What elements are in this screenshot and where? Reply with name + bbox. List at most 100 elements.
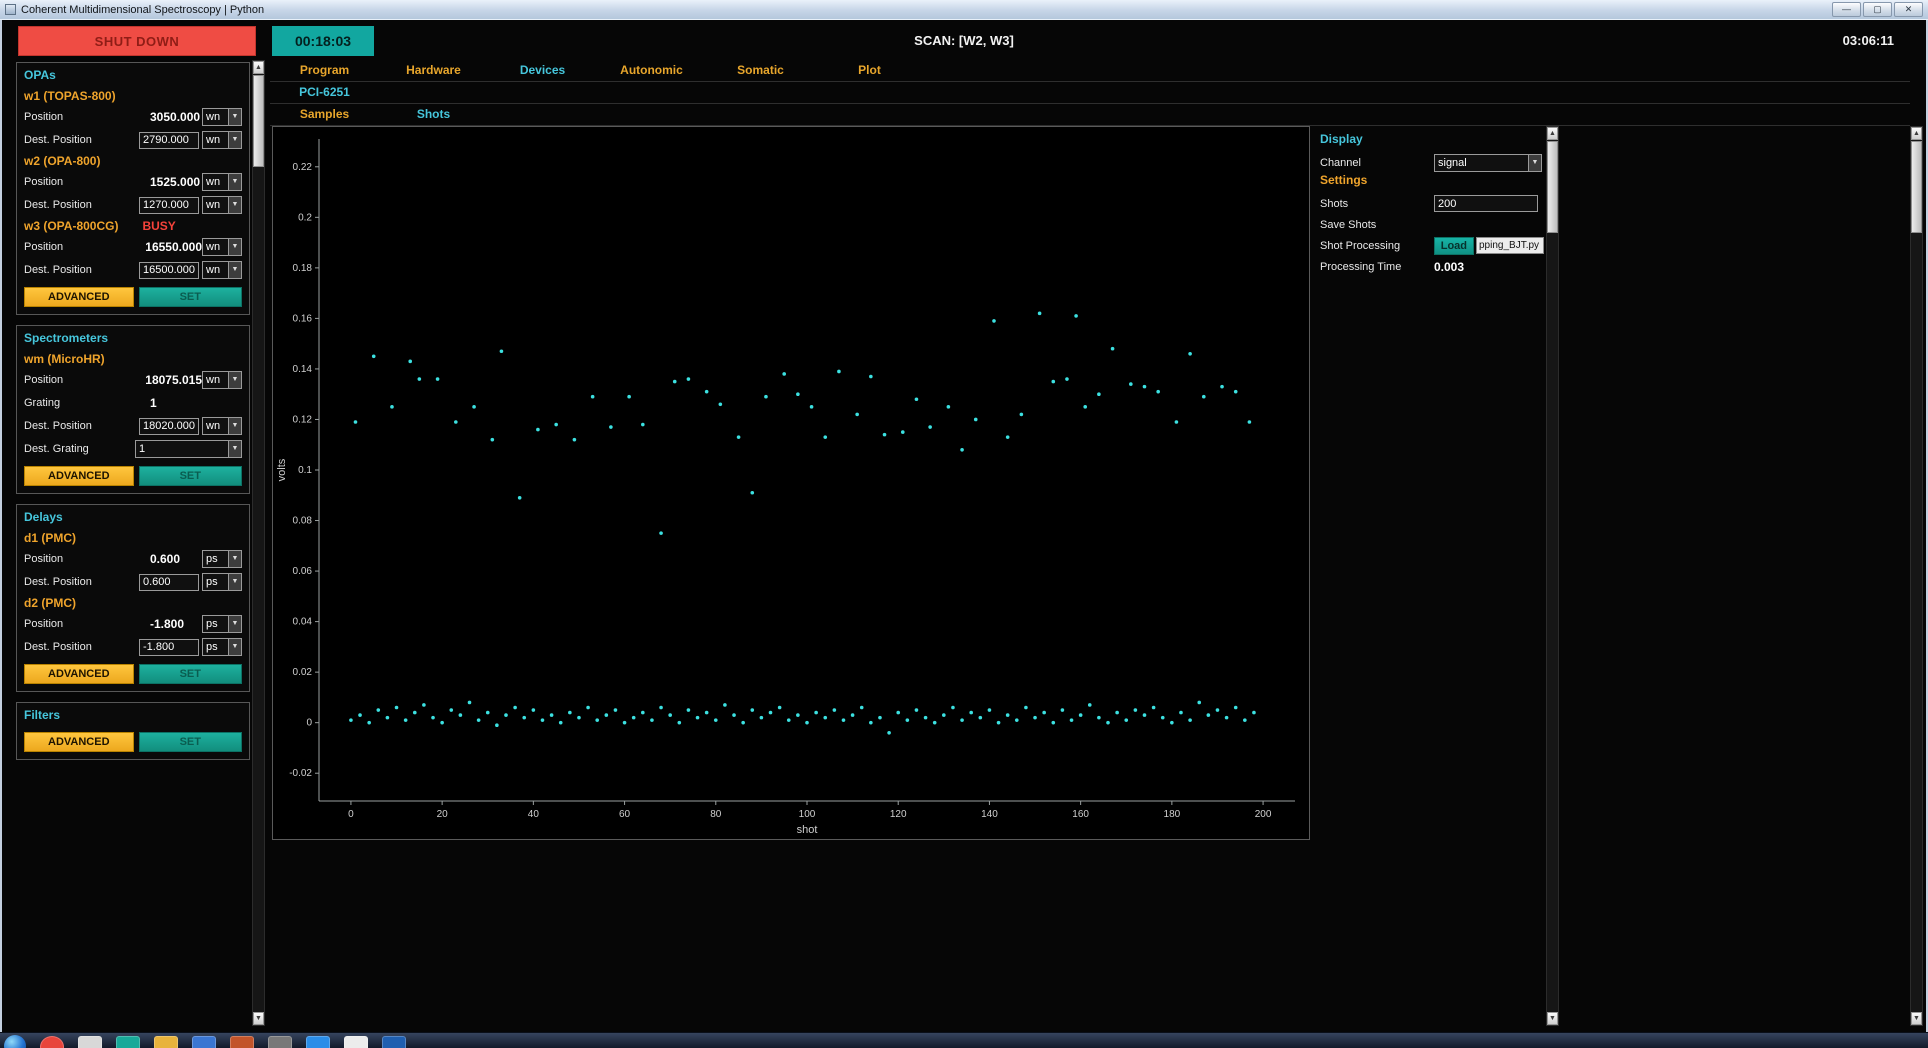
shots-input[interactable]	[1434, 195, 1538, 212]
settings-header: Settings	[1320, 173, 1368, 187]
d2-position-units-dropdown[interactable]: ps ▼	[202, 615, 242, 633]
w1-dest-units-dropdown[interactable]: wn ▼	[202, 131, 242, 149]
chevron-down-icon: ▼	[228, 574, 241, 590]
d2-dest-units-dropdown[interactable]: ps ▼	[202, 638, 242, 656]
taskbar	[0, 1032, 1928, 1048]
svg-text:0: 0	[348, 809, 354, 820]
wm-dest-grating-dropdown[interactable]: 1 ▼	[135, 440, 242, 458]
taskbar-icon[interactable]	[78, 1036, 102, 1048]
d1-name: d1 (PMC)	[24, 531, 76, 545]
display-settings-panel: Display Channel signal ▼ Settings Shots …	[1320, 132, 1544, 277]
wm-dest-units-dropdown[interactable]: wn ▼	[202, 417, 242, 435]
tab-program[interactable]: Program	[270, 60, 379, 81]
delays-section: Delays d1 (PMC) Position 0.600 ps ▼ Dest…	[16, 504, 250, 692]
spectrometers-header: Spectrometers	[24, 331, 109, 345]
filters-advanced-button[interactable]: ADVANCED	[24, 732, 134, 752]
processing-time-label: Processing Time	[1320, 260, 1402, 273]
w1-dest-input[interactable]	[139, 131, 199, 149]
wm-grating-value: 1	[150, 396, 157, 410]
scroll-up-icon[interactable]: ▲	[253, 61, 264, 74]
dest-position-label: Dest. Position	[24, 199, 92, 211]
scrollbar-thumb[interactable]	[253, 75, 264, 167]
maximize-icon[interactable]: ▢	[1863, 2, 1892, 17]
load-button[interactable]: Load	[1433, 236, 1474, 255]
opas-set-button[interactable]: SET	[138, 287, 242, 307]
d1-dest-units-dropdown[interactable]: ps ▼	[202, 573, 242, 591]
scroll-up-icon[interactable]: ▲	[1547, 127, 1558, 140]
sidebar-scrollbar[interactable]: ▲ ▼	[252, 60, 265, 1026]
wm-position-units-dropdown[interactable]: wn ▼	[202, 371, 242, 389]
tab-plot[interactable]: Plot	[815, 60, 924, 81]
taskbar-icon[interactable]	[382, 1036, 406, 1048]
chevron-down-icon: ▼	[1528, 154, 1541, 171]
scroll-down-icon[interactable]: ▼	[253, 1012, 264, 1025]
w3-dest-units-dropdown[interactable]: wn ▼	[202, 261, 242, 279]
chevron-down-icon: ▼	[228, 441, 241, 457]
w2-dest-input[interactable]	[139, 196, 199, 214]
start-button[interactable]	[4, 1035, 26, 1048]
svg-text:0: 0	[306, 718, 312, 729]
taskbar-icon[interactable]	[116, 1036, 140, 1048]
svg-text:0.12: 0.12	[293, 414, 313, 425]
w3-dest-input[interactable]	[139, 261, 199, 279]
opas-advanced-button[interactable]: ADVANCED	[24, 287, 134, 307]
save-shots-label: Save Shots	[1320, 218, 1377, 231]
w3-name: w3 (OPA-800CG) BUSY	[24, 219, 176, 233]
chevron-down-icon: ▼	[228, 239, 241, 255]
spectrometers-set-button[interactable]: SET	[138, 466, 242, 486]
close-icon[interactable]: ✕	[1894, 2, 1923, 17]
chevron-down-icon: ▼	[228, 174, 241, 190]
taskbar-icon[interactable]	[268, 1036, 292, 1048]
taskbar-icon[interactable]	[192, 1036, 216, 1048]
delays-advanced-button[interactable]: ADVANCED	[24, 664, 134, 684]
tab-shots[interactable]: Shots	[379, 104, 488, 125]
svg-text:0.06: 0.06	[293, 566, 313, 577]
tab-autonomic[interactable]: Autonomic	[597, 60, 706, 81]
delays-set-button[interactable]: SET	[138, 664, 242, 684]
tab-devices[interactable]: Devices	[488, 60, 597, 81]
taskbar-icon[interactable]	[344, 1036, 368, 1048]
main-scrollbar[interactable]: ▲ ▼	[1910, 126, 1923, 1026]
w1-name: w1 (TOPAS-800)	[24, 89, 116, 103]
channel-dropdown[interactable]: signal ▼	[1434, 153, 1542, 172]
w1-position-units-dropdown[interactable]: wn ▼	[202, 108, 242, 126]
svg-text:80: 80	[710, 809, 722, 820]
w2-position-units-dropdown[interactable]: wn ▼	[202, 173, 242, 191]
chevron-down-icon: ▼	[228, 132, 241, 148]
d1-position-units-dropdown[interactable]: ps ▼	[202, 550, 242, 568]
d2-dest-input[interactable]	[139, 638, 199, 656]
w3-position-units-dropdown[interactable]: wn ▼	[202, 238, 242, 256]
tab-hardware[interactable]: Hardware	[379, 60, 488, 81]
taskbar-icon[interactable]	[40, 1036, 64, 1048]
scroll-down-icon[interactable]: ▼	[1547, 1012, 1558, 1025]
scroll-down-icon[interactable]: ▼	[1911, 1012, 1922, 1025]
svg-text:0.18: 0.18	[293, 263, 313, 274]
svg-text:0.14: 0.14	[293, 364, 313, 375]
settings-scrollbar[interactable]: ▲ ▼	[1546, 126, 1559, 1026]
app-icon	[5, 4, 16, 15]
d1-dest-input[interactable]	[139, 573, 199, 591]
shots-plot: -0.02 0 0.02 0.04 0.06 0.08 0.1 0.12 0.14 0.16 0.1…	[273, 127, 1309, 839]
wm-dest-input[interactable]	[139, 417, 199, 435]
delays-header: Delays	[24, 510, 63, 524]
position-label: Position	[24, 374, 64, 386]
w2-dest-units-dropdown[interactable]: wn ▼	[202, 196, 242, 214]
tab-pci-6251[interactable]: PCI-6251	[270, 82, 379, 103]
dest-grating-label: Dest. Grating	[24, 443, 89, 455]
chevron-down-icon: ▼	[228, 109, 241, 125]
scrollbar-thumb[interactable]	[1911, 141, 1922, 233]
taskbar-icon[interactable]	[306, 1036, 330, 1048]
position-label: Position	[24, 241, 64, 253]
shot-processing-file-input[interactable]	[1476, 237, 1544, 254]
taskbar-icon[interactable]	[230, 1036, 254, 1048]
minimize-icon[interactable]: —	[1832, 2, 1861, 17]
tab-somatic[interactable]: Somatic	[706, 60, 815, 81]
main-tabbar: Program Hardware Devices Autonomic Somat…	[270, 60, 1910, 82]
filters-set-button[interactable]: SET	[138, 732, 242, 752]
scrollbar-thumb[interactable]	[1547, 141, 1558, 233]
scroll-up-icon[interactable]: ▲	[1911, 127, 1922, 140]
taskbar-icon[interactable]	[154, 1036, 178, 1048]
tab-samples[interactable]: Samples	[270, 104, 379, 125]
spectrometers-advanced-button[interactable]: ADVANCED	[24, 466, 134, 486]
shutdown-button[interactable]: SHUT DOWN	[18, 26, 256, 56]
